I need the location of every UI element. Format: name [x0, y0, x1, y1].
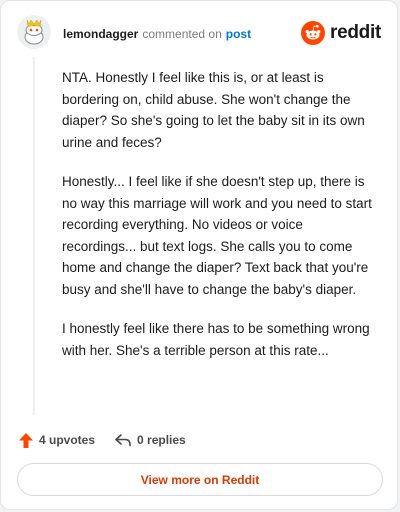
post-link[interactable]: post	[226, 27, 251, 41]
upvote-arrow-icon	[19, 432, 33, 448]
snoo-avatar-icon[interactable]	[17, 15, 51, 49]
comment-paragraph: NTA. Honestly I feel like this is, or at…	[62, 70, 365, 150]
comment-card: lemondagger commented on post reddit NTA. …	[0, 0, 398, 510]
reply-button[interactable]: 0 replies	[115, 433, 186, 447]
upvote-button[interactable]: 4 upvotes	[19, 432, 96, 448]
brand-wordmark: reddit	[330, 22, 381, 43]
action-text: commented on	[142, 27, 222, 41]
username[interactable]: lemondagger	[63, 27, 138, 41]
comment-paragraph: I honestly feel like there has to be som…	[62, 321, 370, 358]
upvote-count: 4 upvotes	[39, 433, 96, 447]
reddit-brand[interactable]: reddit	[301, 19, 381, 47]
reddit-logo-icon	[301, 21, 326, 45]
thread-line	[33, 57, 35, 415]
comment-paragraph: Honestly... I feel like if she doesn't s…	[62, 174, 372, 297]
comment-header: lemondagger commented on post reddit	[17, 15, 381, 53]
comment-body: NTA. Honestly I feel like this is, or at…	[62, 67, 376, 379]
reply-arrow-icon	[115, 434, 131, 447]
comment-actions: 4 upvotes 0 replies	[19, 431, 186, 449]
view-more-button[interactable]: View more on Reddit	[17, 463, 383, 496]
reply-count: 0 replies	[137, 433, 186, 447]
comment-meta: lemondagger commented on post	[63, 26, 251, 42]
